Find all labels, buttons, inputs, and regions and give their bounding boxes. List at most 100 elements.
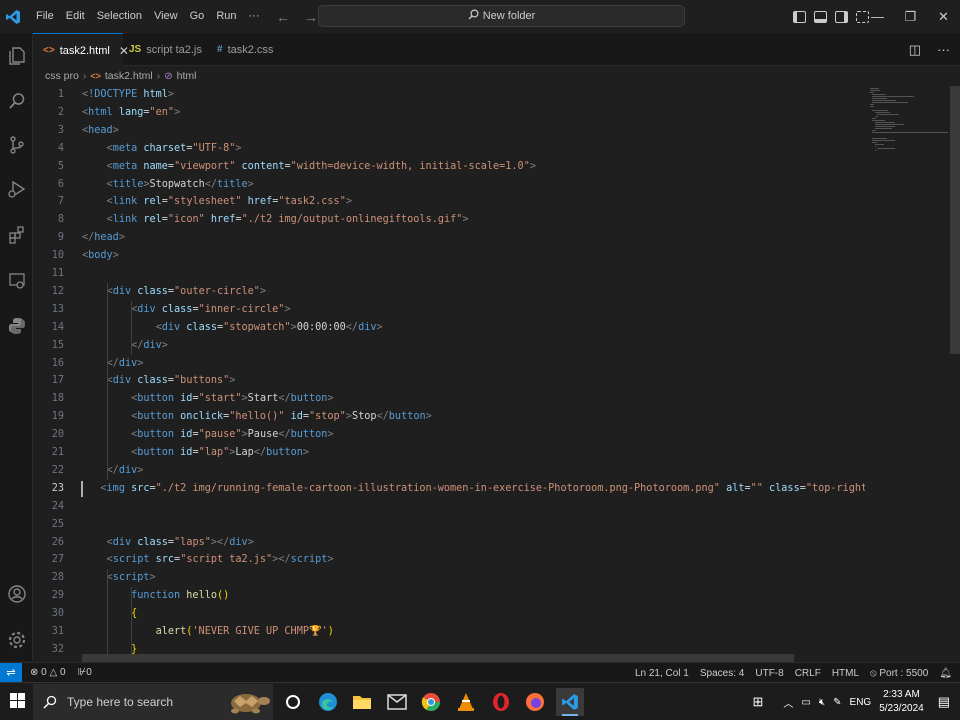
- problems-indicator[interactable]: ⊗ 0 △ 0: [30, 667, 66, 678]
- remote-explorer-icon[interactable]: [4, 268, 29, 293]
- source-control-icon[interactable]: [4, 132, 29, 157]
- code-line[interactable]: 19 <button onclick="hello()" id="stop">S…: [33, 408, 865, 426]
- code-text: function hello(): [131, 590, 230, 602]
- tab-task2-html[interactable]: <> task2.html ✕: [33, 33, 129, 67]
- show-hidden-icons-chevron-icon[interactable]: ︿: [783, 695, 793, 710]
- tab-task2-css[interactable]: # task2.css: [207, 33, 283, 66]
- code-line[interactable]: 13 <div class="inner-circle">: [33, 301, 865, 319]
- code-line[interactable]: 28 <script>: [33, 569, 865, 587]
- horizontal-scrollbar[interactable]: [82, 654, 794, 662]
- vscode-taskbar-icon[interactable]: [556, 688, 584, 716]
- code-line[interactable]: 12 <div class="outer-circle">: [33, 283, 865, 301]
- code-line[interactable]: 3 <head>: [33, 122, 865, 140]
- code-line[interactable]: 15 </div>: [33, 337, 865, 355]
- code-line[interactable]: 11: [33, 265, 865, 283]
- vlc-icon[interactable]: [452, 688, 480, 716]
- back-arrow-icon[interactable]: ←: [276, 9, 290, 25]
- live-server-port[interactable]: ⦸ Port : 5500: [870, 668, 928, 679]
- pen-icon[interactable]: ✎: [833, 697, 841, 708]
- python-icon[interactable]: [4, 313, 29, 338]
- code-line[interactable]: 26 <div class="laps"></div>: [33, 534, 865, 552]
- code-line[interactable]: 23 <img src="./t2 img/running-female-car…: [33, 480, 865, 498]
- code-line[interactable]: 7 <link rel="stylesheet" href="task2.css…: [33, 193, 865, 211]
- split-editor-icon[interactable]: ◫: [909, 42, 921, 58]
- code-line[interactable]: 9 </head>: [33, 229, 865, 247]
- vertical-scrollbar[interactable]: [950, 86, 960, 354]
- breadcrumb-symbol[interactable]: html: [177, 70, 197, 82]
- code-line[interactable]: 22 </div>: [33, 462, 865, 480]
- tab-script-ta2-js[interactable]: JS script ta2.js: [119, 33, 212, 66]
- code-line[interactable]: 27 <script src="script ta2.js"></script>: [33, 551, 865, 569]
- account-icon[interactable]: [4, 581, 29, 606]
- toggle-primary-sidebar-icon[interactable]: [793, 10, 806, 23]
- code-line[interactable]: 14 <div class="stopwatch">00:00:00</div>: [33, 319, 865, 337]
- input-language[interactable]: ENG: [850, 697, 872, 708]
- code-line[interactable]: 10 <body>: [33, 247, 865, 265]
- menu-more[interactable]: ···: [243, 0, 266, 33]
- code-line[interactable]: 6 <title>Stopwatch</title>: [33, 176, 865, 194]
- code-line[interactable]: 29 function hello(): [33, 587, 865, 605]
- code-line[interactable]: 8 <link rel="icon" href="./t2 img/output…: [33, 211, 865, 229]
- menu-go[interactable]: Go: [184, 0, 211, 33]
- minimize-icon[interactable]: —: [861, 0, 894, 33]
- network-icon[interactable]: ▭: [801, 697, 810, 708]
- volume-muted-icon[interactable]: 🔇︎: [819, 697, 825, 708]
- code-line[interactable]: 18 <button id="start">Start</button>: [33, 390, 865, 408]
- breadcrumb-file[interactable]: task2.html: [105, 70, 153, 82]
- code-line[interactable]: 21 <button id="lap">Lap</button>: [33, 444, 865, 462]
- code-line[interactable]: 4 <meta charset="UTF-8">: [33, 140, 865, 158]
- chrome-icon[interactable]: [417, 688, 445, 716]
- windows-start-icon[interactable]: [10, 693, 26, 709]
- language-mode[interactable]: HTML: [832, 668, 859, 679]
- command-center-search[interactable]: New folder: [318, 5, 685, 27]
- forward-arrow-icon[interactable]: →: [304, 9, 318, 25]
- toggle-panel-icon[interactable]: [814, 10, 827, 23]
- ports-indicator[interactable]: ⊮0: [78, 667, 92, 678]
- clock[interactable]: 2:33 AM 5/23/2024: [879, 688, 924, 716]
- code-line[interactable]: 17 <div class="buttons">: [33, 372, 865, 390]
- manage-gear-icon[interactable]: [4, 627, 29, 652]
- code-line[interactable]: 30 {: [33, 605, 865, 623]
- mail-icon[interactable]: [383, 688, 411, 716]
- file-explorer-icon[interactable]: [348, 688, 376, 716]
- code-line[interactable]: 24: [33, 498, 865, 516]
- code-text: <div class="buttons">: [106, 375, 236, 387]
- cursor-position[interactable]: Ln 21, Col 1: [635, 668, 689, 679]
- search-highlight-turtle-icon[interactable]: [222, 687, 272, 717]
- minimap[interactable]: [866, 86, 950, 166]
- line-ending[interactable]: CRLF: [795, 668, 821, 679]
- menu-file[interactable]: File: [30, 0, 60, 33]
- code-line[interactable]: 31 alert('NEVER GIVE UP CHMP🏆'): [33, 623, 865, 641]
- code-line[interactable]: 2 <html lang="en">: [33, 104, 865, 122]
- restore-icon[interactable]: ❐: [894, 0, 927, 33]
- code-line[interactable]: 25: [33, 516, 865, 534]
- extensions-icon[interactable]: [4, 222, 29, 247]
- edge-browser-icon[interactable]: [314, 688, 342, 716]
- menu-selection[interactable]: Selection: [91, 0, 148, 33]
- opera-icon[interactable]: [487, 688, 515, 716]
- notification-center-icon[interactable]: ▤: [938, 694, 950, 710]
- menu-view[interactable]: View: [148, 0, 184, 33]
- explorer-icon[interactable]: [4, 43, 29, 68]
- code-line[interactable]: 20 <button id="pause">Pause</button>: [33, 426, 865, 444]
- code-line[interactable]: 1 <!DOCTYPE html>: [33, 86, 865, 104]
- code-line[interactable]: 16 </div>: [33, 355, 865, 373]
- firefox-icon[interactable]: [521, 688, 549, 716]
- code-line[interactable]: 32 }: [33, 641, 865, 654]
- remote-indicator-icon[interactable]: ⇌: [0, 662, 22, 683]
- more-actions-icon[interactable]: ···: [937, 42, 950, 57]
- close-window-icon[interactable]: ✕: [927, 0, 960, 33]
- task-view-icon[interactable]: ⊞: [752, 694, 763, 710]
- run-debug-icon[interactable]: [4, 176, 29, 201]
- encoding[interactable]: UTF-8: [755, 668, 783, 679]
- indentation[interactable]: Spaces: 4: [700, 668, 744, 679]
- search-view-icon[interactable]: [4, 88, 29, 113]
- menu-run[interactable]: Run: [210, 0, 242, 33]
- notifications-bell-icon[interactable]: 🔔︎: [939, 668, 952, 679]
- toggle-secondary-sidebar-icon[interactable]: [835, 10, 848, 23]
- breadcrumb-folder[interactable]: css pro: [45, 70, 79, 82]
- code-line[interactable]: 5 <meta name="viewport" content="width=d…: [33, 158, 865, 176]
- menu-edit[interactable]: Edit: [60, 0, 91, 33]
- cortana-icon[interactable]: [279, 688, 307, 716]
- code-editor[interactable]: 1 <!DOCTYPE html> 2 <html lang="en"> 3 <head>…: [33, 86, 865, 654]
